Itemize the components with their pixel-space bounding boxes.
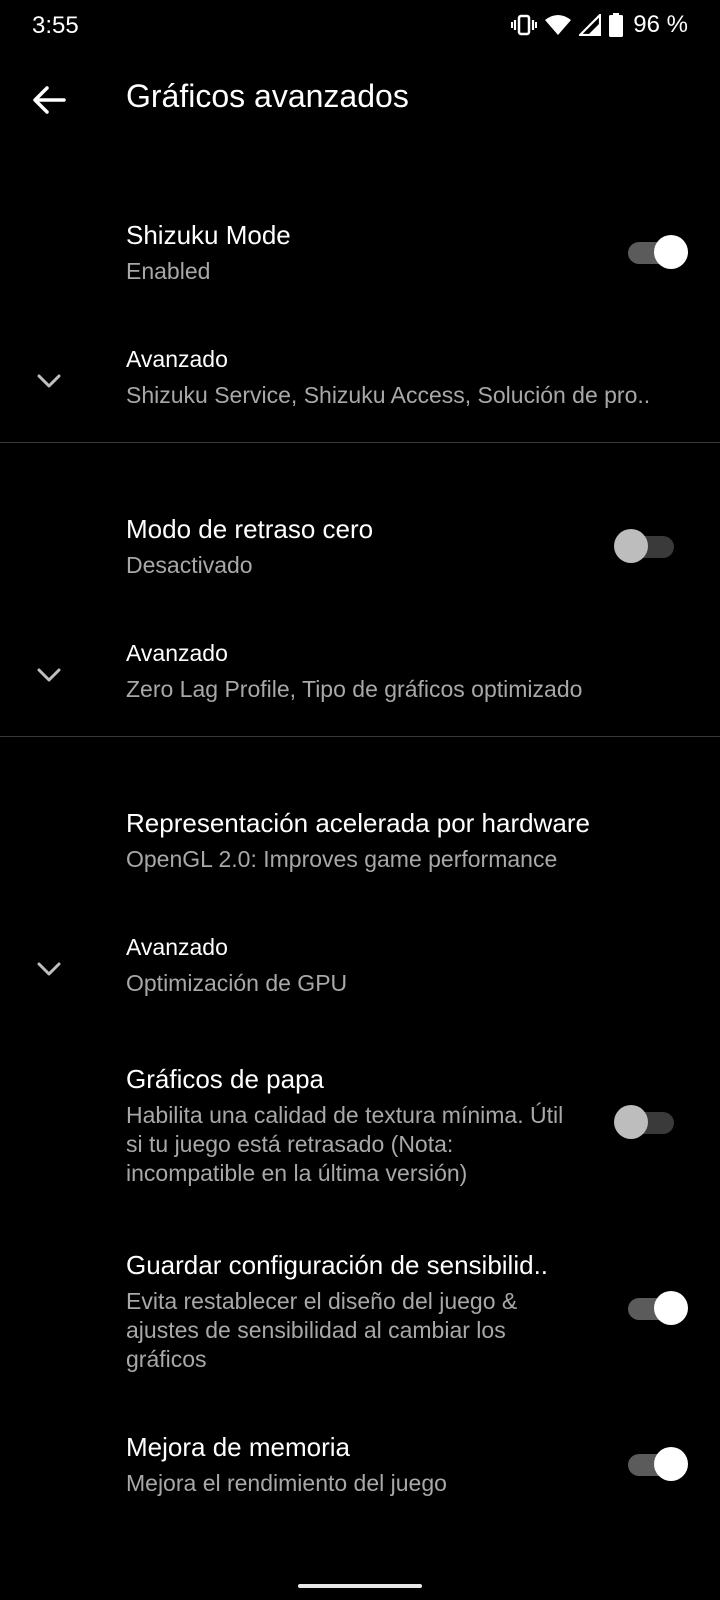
memory-boost-description: Mejora el rendimiento del juego	[126, 1470, 447, 1496]
shizuku-advanced-summary: Shizuku Service, Shizuku Access, Solució…	[126, 382, 651, 408]
toggle-thumb	[654, 1447, 688, 1481]
zero-lag-advanced-title: Avanzado	[126, 640, 228, 666]
potato-graphics-row[interactable]: Gráficos de papa Habilita una calidad de…	[0, 1052, 720, 1192]
hardware-rendering-row[interactable]: Representación acelerada por hardware Op…	[0, 796, 720, 886]
save-sensitivity-description: Evita restablecer el diseño del juego & …	[126, 1288, 518, 1372]
zero-lag-status: Desactivado	[126, 552, 253, 578]
chevron-down-icon	[37, 668, 61, 682]
section-divider	[0, 736, 720, 737]
back-button[interactable]	[30, 80, 70, 120]
save-sensitivity-title: Guardar configuración de sensibilid..	[126, 1250, 549, 1280]
signal-icon	[579, 14, 602, 36]
potato-graphics-toggle[interactable]	[614, 1105, 674, 1139]
shizuku-mode-title: Shizuku Mode	[126, 220, 291, 250]
status-time: 3:55	[32, 12, 79, 39]
zero-lag-advanced-row[interactable]: Avanzado Zero Lag Profile, Tipo de gráfi…	[0, 634, 720, 714]
battery-percent: 96 %	[633, 11, 688, 38]
shizuku-mode-status: Enabled	[126, 258, 211, 284]
vibrate-icon	[511, 14, 538, 36]
shizuku-mode-toggle[interactable]	[628, 235, 688, 269]
zero-lag-advanced-summary: Zero Lag Profile, Tipo de gráficos optim…	[126, 676, 583, 702]
save-sensitivity-row[interactable]: Guardar configuración de sensibilid.. Ev…	[0, 1238, 720, 1378]
app-bar: Gráficos avanzados	[0, 52, 720, 148]
page-title: Gráficos avanzados	[126, 78, 409, 114]
memory-boost-title: Mejora de memoria	[126, 1432, 350, 1462]
chevron-down-icon	[37, 962, 61, 976]
save-sensitivity-toggle[interactable]	[628, 1291, 688, 1325]
memory-boost-toggle[interactable]	[628, 1447, 688, 1481]
home-indicator[interactable]	[298, 1584, 422, 1588]
shizuku-mode-row[interactable]: Shizuku Mode Enabled	[0, 208, 720, 298]
memory-boost-row[interactable]: Mejora de memoria Mejora el rendimiento …	[0, 1420, 720, 1510]
chevron-down-icon	[37, 374, 61, 388]
hardware-advanced-row[interactable]: Avanzado Optimización de GPU	[0, 928, 720, 1008]
hardware-advanced-summary: Optimización de GPU	[126, 970, 348, 996]
shizuku-advanced-title: Avanzado	[126, 346, 228, 372]
section-divider	[0, 442, 720, 443]
zero-lag-row[interactable]: Modo de retraso cero Desactivado	[0, 502, 720, 592]
battery-icon	[609, 13, 624, 37]
toggle-thumb	[614, 1105, 648, 1139]
wifi-icon	[545, 14, 572, 36]
potato-graphics-title: Gráficos de papa	[126, 1064, 325, 1094]
status-icons: 96 %	[511, 10, 688, 40]
hardware-rendering-title: Representación acelerada por hardware	[126, 808, 590, 838]
arrow-back-icon	[33, 86, 66, 114]
potato-graphics-description: Habilita una calidad de textura mínima. …	[126, 1102, 564, 1186]
shizuku-advanced-row[interactable]: Avanzado Shizuku Service, Shizuku Access…	[0, 340, 720, 420]
status-bar: 3:55 96 %	[0, 0, 720, 52]
hardware-rendering-value: OpenGL 2.0: Improves game performance	[126, 846, 558, 872]
hardware-advanced-title: Avanzado	[126, 934, 228, 960]
toggle-thumb	[654, 235, 688, 269]
zero-lag-title: Modo de retraso cero	[126, 514, 374, 544]
toggle-thumb	[654, 1291, 688, 1325]
zero-lag-toggle[interactable]	[614, 529, 674, 563]
toggle-thumb	[614, 529, 648, 563]
